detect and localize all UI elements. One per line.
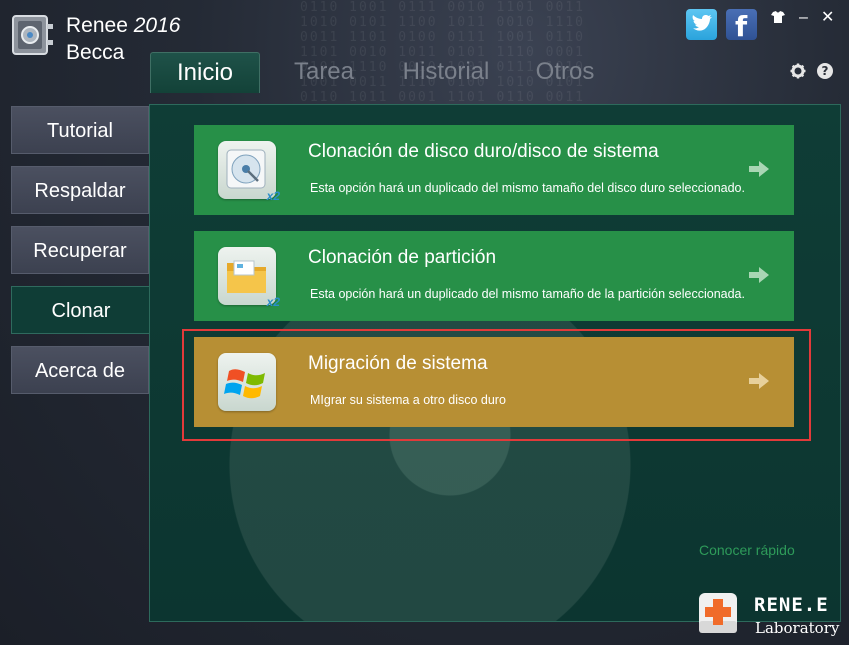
hard-disk-clone-icon: x2: [218, 141, 280, 203]
help-icon[interactable]: ?: [817, 63, 833, 79]
card-description: Esta opción hará un duplicado del mismo …: [310, 287, 745, 301]
tab-inicio[interactable]: Inicio: [150, 52, 260, 93]
partition-clone-card[interactable]: x2 Clonación de partición Esta opción ha…: [194, 231, 794, 321]
sidebar-item-recuperar[interactable]: Recuperar: [11, 226, 149, 274]
selection-highlight: [182, 329, 811, 441]
tab-historial[interactable]: Historial: [390, 52, 502, 92]
card-badge: x2: [266, 295, 280, 309]
disk-clone-card[interactable]: x2 Clonación de disco duro/disco de sist…: [194, 125, 794, 215]
lab-brand: RENE.E: [754, 594, 829, 616]
lab-subtitle: Laboratory: [755, 619, 840, 637]
app-product: Becca: [66, 41, 125, 64]
arrow-right-icon: [749, 267, 769, 283]
card-title: Clonación de partición: [308, 247, 497, 268]
close-window-button[interactable]: ✕: [821, 10, 834, 26]
app-logo-icon: [12, 15, 53, 55]
card-badge: x2: [266, 189, 280, 203]
sidebar-item-clonar[interactable]: Clonar: [11, 286, 151, 334]
card-title: Clonación de disco duro/disco de sistema: [308, 141, 659, 162]
tab-otros[interactable]: Otros: [526, 52, 604, 92]
minimize-window-button[interactable]: –: [799, 10, 808, 26]
arrow-right-icon: [749, 161, 769, 177]
facebook-button[interactable]: f: [726, 9, 757, 43]
minimize-button[interactable]: [770, 10, 786, 28]
sidebar-item-acerca-de[interactable]: Acerca de: [11, 346, 149, 394]
sidebar-item-tutorial[interactable]: Tutorial: [11, 106, 149, 154]
card-description: Esta opción hará un duplicado del mismo …: [310, 181, 745, 195]
twitter-button[interactable]: [686, 9, 717, 40]
shirt-skin-icon: [771, 11, 785, 23]
quick-start-link[interactable]: Conocer rápido: [699, 542, 795, 558]
settings-gear-icon[interactable]: [790, 63, 806, 79]
rene-laboratory-logo-icon: [699, 593, 737, 633]
twitter-bird-icon: [692, 15, 712, 31]
app-brand: Renee: [66, 14, 128, 37]
tab-tarea[interactable]: Tarea: [282, 52, 366, 92]
app-window: 0110 1001 0111 0010 1101 0011 1010 0101 …: [0, 0, 849, 645]
facebook-f-icon: f: [735, 10, 748, 43]
partition-clone-icon: x2: [218, 247, 280, 309]
app-year: 2016: [133, 14, 181, 37]
sidebar-item-respaldar[interactable]: Respaldar: [11, 166, 149, 214]
